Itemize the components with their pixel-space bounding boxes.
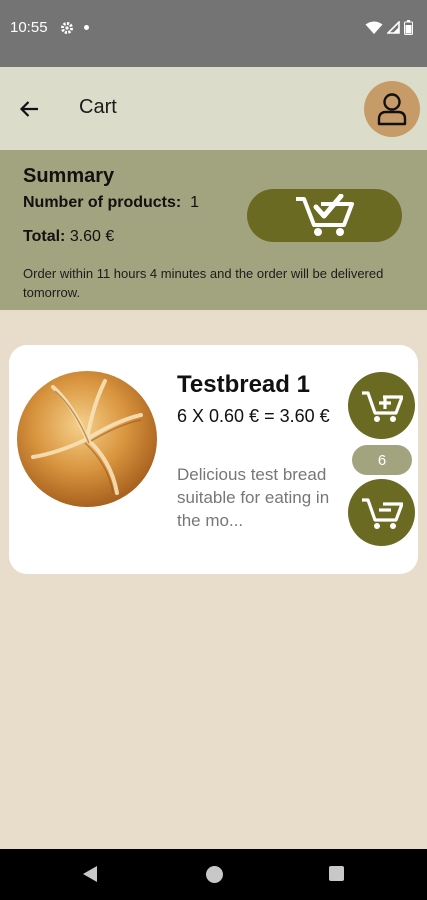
total-label: Total: bbox=[23, 228, 66, 245]
nav-recents-icon[interactable] bbox=[329, 866, 344, 881]
product-count: Number of products: 1 bbox=[23, 194, 199, 212]
back-button[interactable] bbox=[16, 96, 42, 122]
cart-screen: 10:55 Cart Summary Number of products: 1… bbox=[0, 0, 427, 900]
arrow-left-icon bbox=[19, 101, 38, 117]
cart-check-icon bbox=[295, 193, 354, 236]
product-count-value: 1 bbox=[190, 194, 200, 211]
nav-back-icon[interactable] bbox=[82, 865, 98, 883]
remove-from-cart-button[interactable] bbox=[348, 479, 415, 546]
signal-icon bbox=[387, 21, 400, 34]
total: Total: 3.60 € bbox=[23, 228, 114, 246]
system-nav-bar bbox=[0, 849, 427, 900]
product-price-line: 6 X 0.60 € = 3.60 € bbox=[177, 406, 330, 426]
cart-minus-icon bbox=[361, 497, 403, 529]
checkout-button[interactable] bbox=[247, 189, 402, 242]
summary-title: Summary bbox=[23, 165, 115, 187]
product-name: Testbread 1 bbox=[177, 371, 310, 398]
summary-panel: Summary Number of products: 1 Total: 3.6… bbox=[0, 150, 427, 310]
product-description: Delicious test bread suitable for eating… bbox=[177, 465, 330, 530]
status-icons bbox=[365, 20, 413, 35]
cart-plus-icon bbox=[361, 390, 403, 422]
nav-home-icon[interactable] bbox=[206, 866, 223, 883]
total-value: 3.60 € bbox=[69, 228, 115, 245]
status-time: 10:55 bbox=[10, 19, 48, 36]
product-count-label: Number of products: bbox=[23, 194, 182, 211]
cart-item-card: Testbread 1 6 X 0.60 € = 3.60 € Deliciou… bbox=[9, 345, 418, 574]
app-bar: Cart bbox=[0, 67, 427, 150]
quantity-badge: 6 bbox=[352, 445, 412, 475]
battery-icon bbox=[404, 20, 413, 35]
person-icon bbox=[377, 93, 407, 126]
page-title: Cart bbox=[79, 96, 117, 118]
bread-roll-image bbox=[17, 371, 157, 507]
add-to-cart-button[interactable] bbox=[348, 372, 415, 439]
delivery-note: Order within 11 hours 4 minutes and the … bbox=[23, 266, 384, 300]
gear-icon bbox=[60, 21, 74, 35]
status-bar: 10:55 bbox=[0, 0, 427, 67]
dot-icon bbox=[83, 25, 89, 30]
profile-button[interactable] bbox=[364, 81, 420, 137]
wifi-icon bbox=[365, 21, 383, 34]
